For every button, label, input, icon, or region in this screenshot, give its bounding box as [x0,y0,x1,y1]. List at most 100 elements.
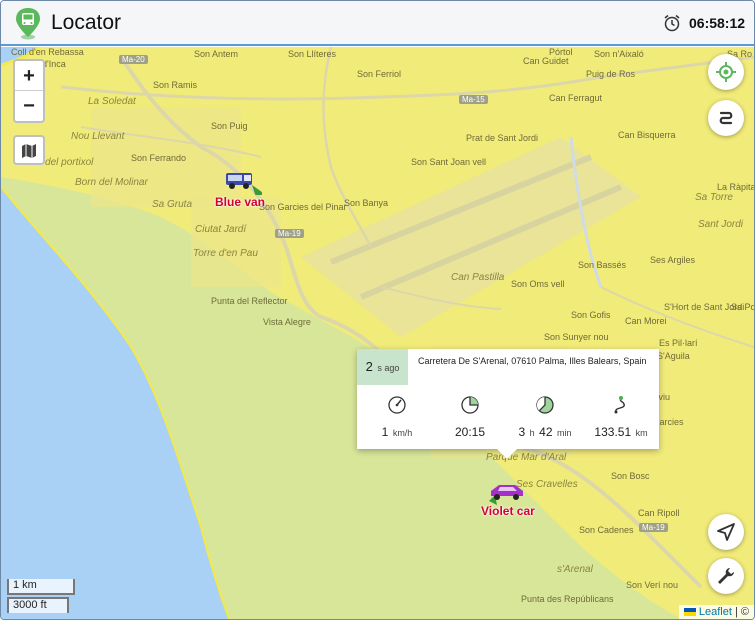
zoom-control: + − [13,59,45,123]
place-label: Punta des Repúblicans [521,594,614,604]
stat-speed: 1 km/h [359,395,435,441]
leaflet-link[interactable]: Leaflet [699,606,732,618]
place-label: Torre d'en Pau [193,248,258,259]
route-icon [719,111,733,125]
zoom-in-button[interactable]: + [15,61,43,91]
duration-minutes-unit: min [556,428,572,438]
place-label: Son Ferrando [131,153,187,163]
speedometer-icon [388,396,406,414]
ukraine-flag-icon [683,608,696,616]
place-label: Can Pastilla [451,272,505,283]
map-layers-icon [22,144,36,158]
last-update-unit: s ago [377,363,400,373]
last-update-value: 2 [365,359,373,374]
bus-marker-logo-icon [16,8,40,40]
map-view[interactable]: Son Antem Son Llíteres Son Ferriol Can Guid… [1,47,754,619]
alarm-clock-icon [664,14,680,32]
place-label: Son Garcies del Pinar [259,202,347,212]
scale-imperial: 3000 ft [7,597,69,613]
place-label: La Soledat [88,96,136,107]
place-label: Pórtol [549,47,573,57]
map-attribution: Leaflet | © [678,605,754,619]
place-label: Son Sunyer nou [544,332,609,342]
speed-unit: km/h [392,428,413,438]
road-label: Ma-19 [639,523,668,532]
zoom-out-button[interactable]: − [15,91,43,121]
place-label: Punta del Reflector [211,296,288,306]
duration-hours-unit: h [529,428,535,438]
place-label: Sant Jordi [698,219,744,230]
app-title: Locator [51,11,122,34]
place-label: Can Ripoll [638,508,680,518]
road-label: Ma-19 [275,229,304,238]
place-label: Son Banya [344,198,389,208]
duration-hours: 3 [518,425,526,439]
road-label: Ma-15 [459,95,488,104]
place-label: Son Ferriol [357,69,402,79]
place-label: Son Bosc [611,471,650,481]
stat-duration: 3 h 42 min [507,395,583,441]
locate-me-button[interactable] [708,54,744,90]
place-label: La Ràpita [717,182,754,192]
clock-quarter-icon [461,396,479,414]
vehicle-address: Carretera De S'Arenal, 07610 Palma, Ille… [418,356,647,366]
place-label: Sa Torre [695,192,733,203]
place-label: Son n'Aixaló [594,49,644,59]
place-label: Son Bassés [578,260,627,270]
stat-time: 20:15 [432,395,508,441]
place-label: Nou Llevant [71,131,125,142]
place-label: Puig de Ros [586,69,636,79]
place-label: Son Llíteres [288,49,337,59]
vehicle-label-blue-van[interactable]: Blue van [215,195,265,209]
stat-distance: 133.51 km [583,395,659,441]
distance-unit: km [635,428,648,438]
vehicle-info-popup: 2 s ago Carretera De S'Arenal, 07610 Pal… [357,349,659,459]
place-label: Ses Argiles [650,255,696,265]
navigation-arrow-icon [717,523,735,541]
app-frame: Locator 06:58:12 Son Antem Son Llíteres … [0,0,755,620]
place-label: Vista Alegre [263,317,311,327]
place-label: Son Sant Joan vell [411,157,487,167]
place-label: Son Gofis [571,310,611,320]
current-time: 06:58:12 [689,15,746,31]
place-label: Prat de Sant Jordi [466,133,539,143]
place-label: Can Ferragut [549,93,603,103]
place-label: Ciutat Jardí [195,224,247,235]
place-label: Son Puig [211,121,248,131]
place-label: Son Ramis [153,80,198,90]
place-label: Can Guidet [523,56,569,66]
place-label: Can Bisquerra [618,130,676,140]
place-label: Sa Porrassa [731,302,754,312]
place-label: Son Oms vell [511,279,565,289]
settings-tools-button[interactable] [708,558,744,594]
place-label: Es Pil·larí [659,338,698,348]
duration-minutes: 42 [539,425,553,439]
place-label: Sa Gruta [152,199,193,210]
pie-duration-icon [536,396,554,414]
place-label: Coll d'en Rebassa [11,47,84,57]
place-label: Son Antem [194,49,239,59]
popup-tip [497,449,517,459]
attribution-rest: | © [731,606,749,618]
place-label: Son Cadenes [579,525,634,535]
vehicle-label-violet-car[interactable]: Violet car [481,504,535,518]
place-label: s'Arenal [557,564,593,575]
route-distance-icon [614,396,625,414]
navigate-button[interactable] [708,514,744,550]
wrench-icon [718,568,734,584]
time-value: 20:15 [454,425,486,439]
scale-metric: 1 km [7,579,75,595]
distance-value: 133.51 [594,425,632,439]
place-label: Son Verí nou [626,580,679,590]
road-label: Ma-20 [119,55,148,64]
place-label: Can Morei [625,316,667,326]
blue-van-marker[interactable] [222,165,262,195]
place-label: S'Aguila [657,351,690,361]
route-button[interactable] [708,100,744,136]
place-label: Born del Molinar [75,177,148,188]
map-layers-button[interactable] [13,135,45,165]
last-update-badge: 2 s ago [357,349,408,385]
violet-car-marker[interactable] [485,477,527,507]
speed-value: 1 [381,425,389,439]
app-header: Locator 06:58:12 [1,1,754,46]
